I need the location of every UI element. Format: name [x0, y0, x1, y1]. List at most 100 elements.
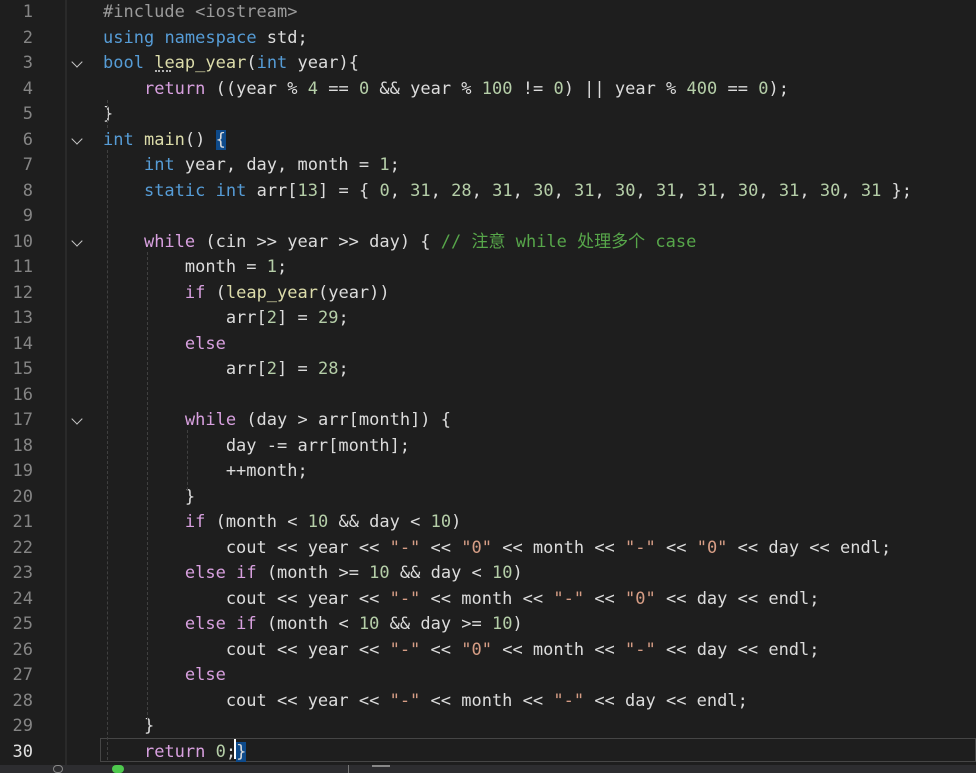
code-text[interactable]: ++month; — [103, 459, 308, 485]
code-token: 31 — [410, 180, 431, 201]
code-text[interactable]: if (month < 10 && day < 10) — [103, 510, 461, 536]
code-text[interactable]: else if (month < 10 && day >= 10) — [103, 612, 523, 638]
code-token: 30 — [737, 180, 759, 201]
code-text[interactable]: return 0;} — [103, 740, 247, 766]
code-token: 1 — [379, 155, 390, 175]
code-token: 0 — [358, 78, 370, 99]
code-token: 2 — [266, 308, 278, 328]
code-token: "0" — [461, 639, 492, 660]
code-text[interactable]: static int arr[13] = { 0, 31, 28, 31, 30… — [103, 179, 912, 205]
indent-guide — [107, 100, 108, 128]
status-icon — [53, 765, 63, 773]
code-text[interactable]: } — [103, 485, 195, 511]
fold-chevron-icon[interactable] — [71, 413, 83, 425]
code-token: ) — [512, 614, 523, 634]
code-token: "-" — [389, 588, 421, 609]
code-token: 10 — [492, 563, 513, 583]
code-text[interactable]: #include <iostream> — [103, 0, 297, 26]
code-token: "-" — [553, 690, 585, 711]
line-number: 23 — [12, 563, 33, 583]
code-line[interactable]: 7 int year, day, month = 1; — [0, 153, 976, 179]
code-token: << — [584, 588, 626, 609]
status-bar — [0, 765, 976, 773]
code-text[interactable]: } — [103, 102, 113, 128]
code-token: ((year % — [205, 78, 308, 99]
code-token: (month < — [256, 614, 359, 634]
code-text[interactable]: int year, day, month = 1; — [103, 153, 400, 179]
code-token: static — [143, 180, 206, 201]
code-token: , — [799, 180, 820, 201]
code-text[interactable]: while (day > arr[month]) { — [103, 408, 451, 434]
code-text[interactable]: else — [103, 332, 226, 358]
code-text[interactable]: bool leap_year(int year){ — [103, 51, 359, 77]
code-line[interactable]: 30 return 0;} — [0, 740, 976, 766]
code-text[interactable]: cout << year << "-" << month << "-" << "… — [103, 587, 820, 613]
code-token: return — [143, 78, 206, 99]
code-text[interactable]: cout << year << "-" << "0" << month << "… — [103, 536, 891, 562]
code-token: std; — [256, 27, 308, 48]
line-number: 4 — [22, 78, 33, 99]
code-text[interactable]: day -= arr[month]; — [103, 434, 410, 460]
code-text[interactable]: month = 1; — [103, 255, 287, 281]
code-text[interactable]: else if (month >= 10 && day < 10) — [103, 561, 523, 587]
code-token: << month << — [491, 639, 626, 660]
code-token: << day << endl; — [655, 639, 820, 660]
code-token: , — [717, 180, 738, 201]
code-token: << — [420, 537, 462, 558]
code-token: 0 — [215, 741, 226, 762]
code-text[interactable]: else — [103, 663, 226, 689]
code-line[interactable]: 5} — [0, 102, 976, 128]
tools-icon[interactable] — [372, 765, 390, 773]
line-number: 27 — [12, 665, 33, 685]
code-line[interactable]: 9 — [0, 204, 976, 230]
fold-chevron-icon[interactable] — [71, 56, 83, 68]
code-token: } — [103, 486, 196, 507]
line-number: 15 — [12, 359, 33, 379]
code-token: << month << — [420, 588, 554, 609]
code-token: "-" — [625, 537, 656, 558]
code-line[interactable]: 1 #include <iostream> — [0, 0, 976, 26]
code-text[interactable]: arr[2] = 28; — [103, 357, 349, 383]
code-line[interactable]: 2 using namespace std; — [0, 26, 976, 52]
code-text[interactable]: cout << year << "-" << "0" << month << "… — [103, 638, 820, 664]
code-token: "0" — [461, 537, 492, 558]
code-token: "-" — [389, 537, 421, 558]
code-token: 13 — [297, 180, 319, 201]
line-number: 17 — [12, 410, 33, 430]
code-token: else — [184, 333, 226, 354]
code-token: ); — [768, 78, 789, 99]
code-text[interactable]: while (cin >> year >> day) { // 注意 while… — [103, 230, 696, 256]
code-token: if — [236, 563, 257, 583]
code-text[interactable]: arr[2] = 29; — [103, 306, 349, 332]
code-text[interactable]: cout << year << "-" << month << "-" << d… — [103, 689, 748, 715]
code-token: 10 — [307, 512, 329, 532]
code-line[interactable]: 6 int main() { — [0, 128, 976, 154]
code-token: 10 — [358, 614, 380, 634]
code-line[interactable]: 8 static int arr[13] = { 0, 31, 28, 31, … — [0, 179, 976, 205]
code-text[interactable]: return ((year % 4 == 0 && year % 100 != … — [103, 77, 789, 103]
code-text[interactable]: int main() { — [103, 128, 226, 154]
code-line[interactable]: 3 bool leap_year(int year){ — [0, 51, 976, 77]
code-token: << month << — [491, 537, 626, 558]
code-token: using — [103, 27, 155, 48]
code-token: else — [184, 563, 226, 583]
code-token: << month << — [420, 690, 554, 711]
code-text[interactable]: if (leap_year(year)) — [103, 281, 390, 307]
code-token: (month >= — [256, 563, 370, 583]
code-token: cout << year << — [103, 639, 390, 660]
status-ok-icon — [112, 765, 124, 773]
code-token: ] = — [277, 359, 318, 379]
code-token: bool — [103, 53, 144, 73]
fold-chevron-icon[interactable] — [71, 132, 83, 145]
code-text[interactable]: using namespace std; — [103, 26, 308, 52]
fold-chevron-icon[interactable] — [71, 234, 83, 247]
code-editor[interactable]: 1 #include <iostream> 2 using namespace std… — [0, 0, 976, 765]
code-token: 10 — [369, 563, 390, 583]
code-line[interactable]: 4 return ((year % 4 == 0 && year % 100 !… — [0, 77, 976, 103]
